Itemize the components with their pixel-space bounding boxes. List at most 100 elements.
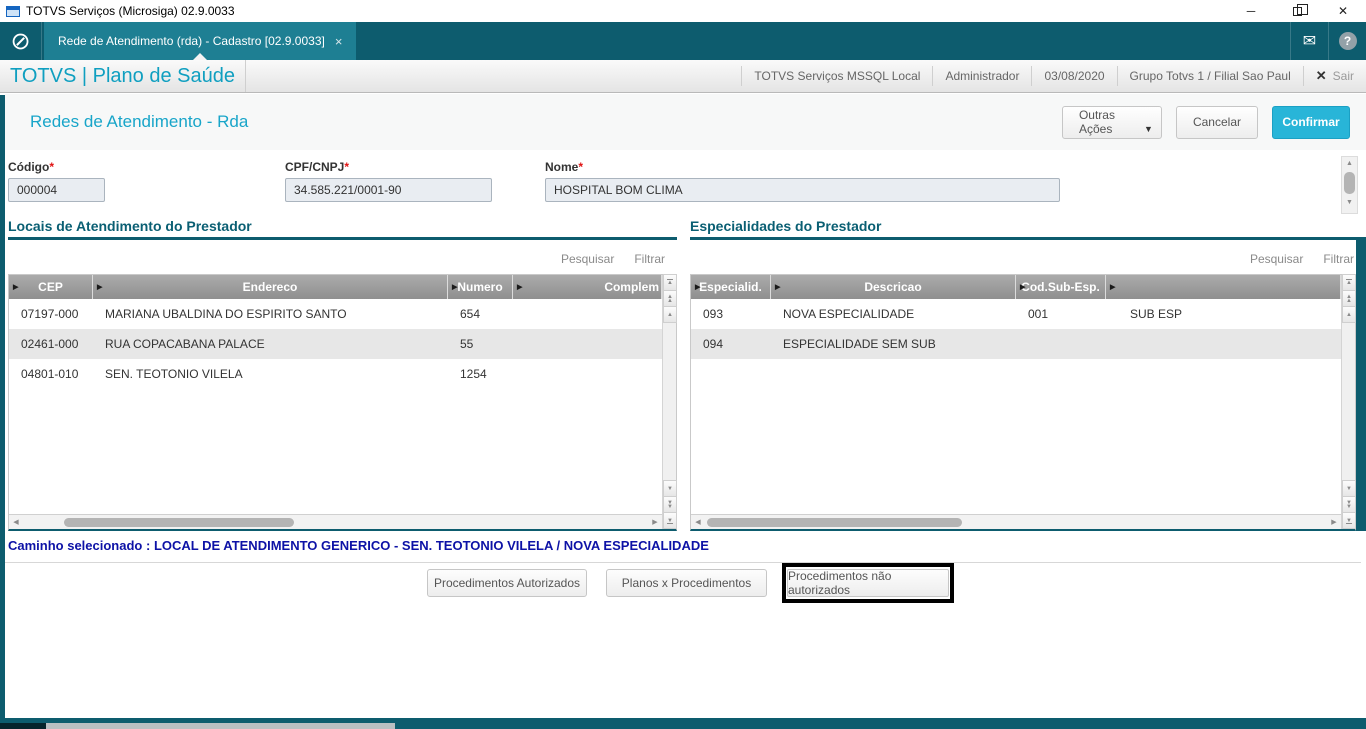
footer-scrollbar[interactable] — [0, 723, 1366, 729]
column-header-descricao[interactable]: ▶ Descricao — [771, 275, 1016, 299]
exit-x-icon: ✕ — [1315, 68, 1327, 83]
grid-row-up-icon[interactable]: ▲ — [663, 306, 677, 323]
tab-rede-atendimento[interactable]: Rede de Atendimento (rda) - Cadastro [02… — [44, 22, 357, 60]
form-area: Código* 000004 CPF/CNPJ* 34.585.221/0001… — [5, 150, 1366, 218]
column-header-endereco[interactable]: ▶ Endereco — [93, 275, 448, 299]
selected-path-text: Caminho selecionado : LOCAL DE ATENDIMEN… — [8, 538, 709, 553]
grid-last-row-icon[interactable]: ▼ — [663, 512, 677, 529]
grid-row-down-icon[interactable]: ▼ — [1342, 480, 1356, 497]
cpf-cnpj-field[interactable]: 34.585.221/0001-90 — [285, 178, 492, 202]
horizontal-scrollbar[interactable]: ◀ ▶ — [691, 514, 1341, 529]
filter-link[interactable]: Filtrar — [634, 252, 665, 266]
close-icon[interactable]: ✕ — [1320, 0, 1366, 22]
other-actions-label: Outras Ações — [1078, 108, 1115, 136]
codigo-field[interactable]: 000004 — [8, 178, 105, 202]
column-header-cod-sub-esp[interactable]: ▶ Cod.Sub-Esp. — [1016, 275, 1106, 299]
table-row[interactable]: 04801-010 SEN. TEOTONIO VILELA 1254 — [9, 359, 662, 389]
cell-endereco: RUA COPACABANA PALACE — [105, 337, 265, 351]
grid-header-row: ▶ Especialid. ▶ Descricao ▶ Cod.Sub-Esp. ▶ — [691, 275, 1341, 299]
cell-endereco: MARIANA UBALDINA DO ESPIRITO SANTO — [105, 307, 347, 321]
brand-title: TOTVS | Plano de Saúde — [0, 60, 246, 92]
column-header-especialidade[interactable]: ▶ Especialid. — [691, 275, 771, 299]
column-header-cep[interactable]: ▶ CEP — [9, 275, 93, 299]
exit-button[interactable]: ✕ Sair — [1302, 66, 1366, 86]
column-arrow-icon[interactable]: ▶ — [1110, 283, 1115, 291]
cell-endereco: SEN. TEOTONIO VILELA — [105, 367, 243, 381]
grid-header-row: ▶ CEP ▶ Endereco ▶ Numero ▶ Complem — [9, 275, 662, 299]
column-arrow-icon[interactable]: ▶ — [695, 283, 700, 291]
nome-label: Nome* — [545, 160, 584, 174]
column-header-sub-descricao[interactable]: ▶ — [1106, 275, 1341, 299]
column-arrow-icon[interactable]: ▶ — [97, 283, 102, 291]
column-header-numero[interactable]: ▶ Numero — [448, 275, 513, 299]
cell-cep: 04801-010 — [21, 367, 79, 381]
cell-especialidade: 093 — [703, 307, 724, 321]
column-arrow-icon[interactable]: ▶ — [775, 283, 780, 291]
procedimentos-autorizados-button[interactable]: Procedimentos Autorizados — [427, 569, 587, 597]
scrollbar-thumb[interactable] — [64, 518, 294, 527]
cell-descricao: ESPECIALIDADE SEM SUB — [783, 337, 936, 351]
highlight-frame: Procedimentos não autorizados — [782, 563, 954, 603]
column-arrow-icon[interactable]: ▶ — [1020, 283, 1025, 291]
table-row[interactable]: 093 NOVA ESPECIALIDADE 001 SUB ESP — [691, 299, 1341, 329]
restore-icon[interactable] — [1274, 0, 1320, 22]
table-row[interactable]: 02461-000 RUA COPACABANA PALACE 55 — [9, 329, 662, 359]
scrollbar-thumb[interactable] — [707, 518, 962, 527]
column-header-complemento[interactable]: ▶ Complem — [513, 275, 662, 299]
column-arrow-icon[interactable]: ▶ — [452, 283, 457, 291]
form-scrollbar[interactable]: ▲ ▼ — [1341, 156, 1358, 214]
horizontal-scrollbar[interactable]: ◀ ▶ — [9, 514, 662, 529]
confirm-button[interactable]: Confirmar — [1272, 105, 1350, 139]
minimize-icon[interactable]: ─ — [1228, 0, 1274, 22]
scrollbar-thumb[interactable] — [1344, 172, 1355, 194]
scroll-left-icon[interactable]: ◀ — [9, 515, 23, 529]
other-actions-button[interactable]: Outras Ações ▼ — [1061, 105, 1162, 139]
cell-cep: 07197-000 — [21, 307, 79, 321]
grid-vertical-nav: ▲ ▲ ▲ ▲ ▼ ▼ ▼ ▼ — [662, 274, 677, 529]
grid-first-row-icon[interactable]: ▲ — [663, 274, 677, 291]
cell-cep: 02461-000 — [21, 337, 79, 351]
cell-numero: 654 — [460, 307, 481, 321]
grid-page-down-icon[interactable]: ▼ ▼ — [1342, 496, 1356, 513]
table-row[interactable]: 094 ESPECIALIDADE SEM SUB — [691, 329, 1341, 359]
nome-field[interactable]: HOSPITAL BOM CLIMA — [545, 178, 1060, 202]
active-tab-notch — [193, 53, 208, 60]
grid-first-row-icon[interactable]: ▲ — [1342, 274, 1356, 291]
procedimentos-nao-autorizados-button[interactable]: Procedimentos não autorizados — [787, 569, 949, 597]
cancel-button[interactable]: Cancelar — [1175, 105, 1258, 139]
codigo-label: Código* — [8, 160, 54, 174]
environment-label: TOTVS Serviços MSSQL Local — [741, 66, 932, 86]
scroll-up-icon[interactable]: ▲ — [1342, 157, 1357, 170]
scroll-right-icon[interactable]: ▶ — [1327, 515, 1341, 529]
footer-corner-segment — [0, 723, 46, 729]
scroll-right-icon[interactable]: ▶ — [648, 515, 662, 529]
grid-page-up-icon[interactable]: ▲ ▲ — [1342, 290, 1356, 307]
grid-row-up-icon[interactable]: ▲ — [1342, 306, 1356, 323]
application-window: TOTVS Serviços (Microsiga) 02.9.0033 ─ ✕… — [0, 0, 1366, 729]
filter-link[interactable]: Filtrar — [1323, 252, 1354, 266]
column-arrow-icon[interactable]: ▶ — [517, 283, 522, 291]
search-link[interactable]: Pesquisar — [561, 252, 614, 266]
cell-sub-descricao: SUB ESP — [1130, 307, 1183, 321]
tab-close-icon[interactable]: × — [335, 34, 343, 49]
grid-page-up-icon[interactable]: ▲ ▲ — [663, 290, 677, 307]
grid-last-row-icon[interactable]: ▼ — [1342, 512, 1356, 529]
tab-bar: ⊘ Rede de Atendimento (rda) - Cadastro [… — [0, 22, 1366, 60]
required-asterisk: * — [344, 160, 350, 174]
scroll-left-icon[interactable]: ◀ — [691, 515, 705, 529]
planos-x-procedimentos-button[interactable]: Planos x Procedimentos — [606, 569, 767, 597]
grid-page-down-icon[interactable]: ▼ ▼ — [663, 496, 677, 513]
footer-scrollbar-thumb[interactable] — [46, 723, 395, 729]
app-window-icon — [6, 5, 20, 17]
totvs-logo-icon[interactable]: ⊘ — [0, 22, 42, 60]
cell-especialidade: 094 — [703, 337, 724, 351]
user-label: Administrador — [932, 66, 1031, 86]
mail-icon[interactable]: ✉ — [1290, 22, 1328, 60]
search-link[interactable]: Pesquisar — [1250, 252, 1303, 266]
grid-row-down-icon[interactable]: ▼ — [663, 480, 677, 497]
column-arrow-icon[interactable]: ▶ — [13, 283, 18, 291]
selected-path-label: Caminho selecionado : — [8, 538, 151, 553]
scroll-down-icon[interactable]: ▼ — [1342, 196, 1357, 209]
help-icon[interactable]: ? — [1328, 22, 1366, 60]
table-row[interactable]: 07197-000 MARIANA UBALDINA DO ESPIRITO S… — [9, 299, 662, 329]
